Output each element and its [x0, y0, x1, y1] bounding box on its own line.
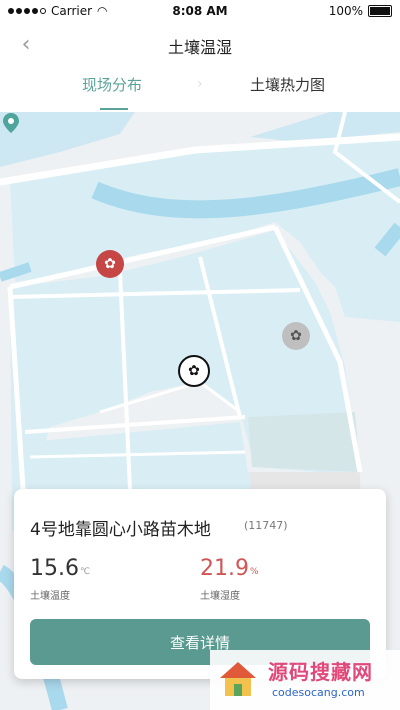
page-title: 土壤温湿: [167, 38, 232, 57]
watermark: 源码搜藏网 codesocang.com: [210, 650, 400, 710]
watermark-url: codesocang.com: [272, 686, 365, 699]
nav-bar: ‹ 土壤温湿: [0, 22, 400, 68]
plant-icon: ✿: [104, 256, 116, 272]
temperature-unit: ℃: [80, 567, 91, 577]
watermark-title: 源码搜藏网: [268, 660, 373, 684]
tab-soil-heatmap[interactable]: 土壤热力图: [250, 74, 325, 95]
active-tab-indicator: [100, 108, 128, 110]
battery-icon: [368, 5, 392, 17]
humidity-value: 21.9: [200, 556, 249, 581]
location-pin-icon[interactable]: [0, 112, 22, 134]
plant-icon: ✿: [290, 328, 302, 344]
house-logo-icon: [220, 662, 256, 696]
plant-marker-red[interactable]: ✿: [96, 250, 124, 278]
status-bar: Carrier ◠ 8:08 AM 100%: [0, 0, 400, 22]
battery-percent: 100%: [328, 4, 363, 18]
plant-icon: ✿: [188, 363, 200, 379]
plant-marker-black[interactable]: ✿: [178, 355, 210, 387]
tab-bar: 现场分布 › 土壤热力图: [0, 68, 400, 112]
tab-field-distribution[interactable]: 现场分布: [82, 74, 142, 95]
field-id: (11747): [244, 519, 288, 532]
temperature-value: 15.6: [30, 556, 79, 581]
humidity-unit: %: [250, 567, 259, 577]
humidity-label: 土壤湿度: [200, 591, 240, 602]
plant-marker-gray[interactable]: ✿: [282, 322, 310, 350]
temperature-label: 土壤温度: [30, 591, 70, 602]
field-title: 4号地靠圆心小路苗木地: [30, 520, 211, 540]
status-right: 100%: [329, 4, 392, 18]
tab-separator: ›: [197, 76, 203, 92]
